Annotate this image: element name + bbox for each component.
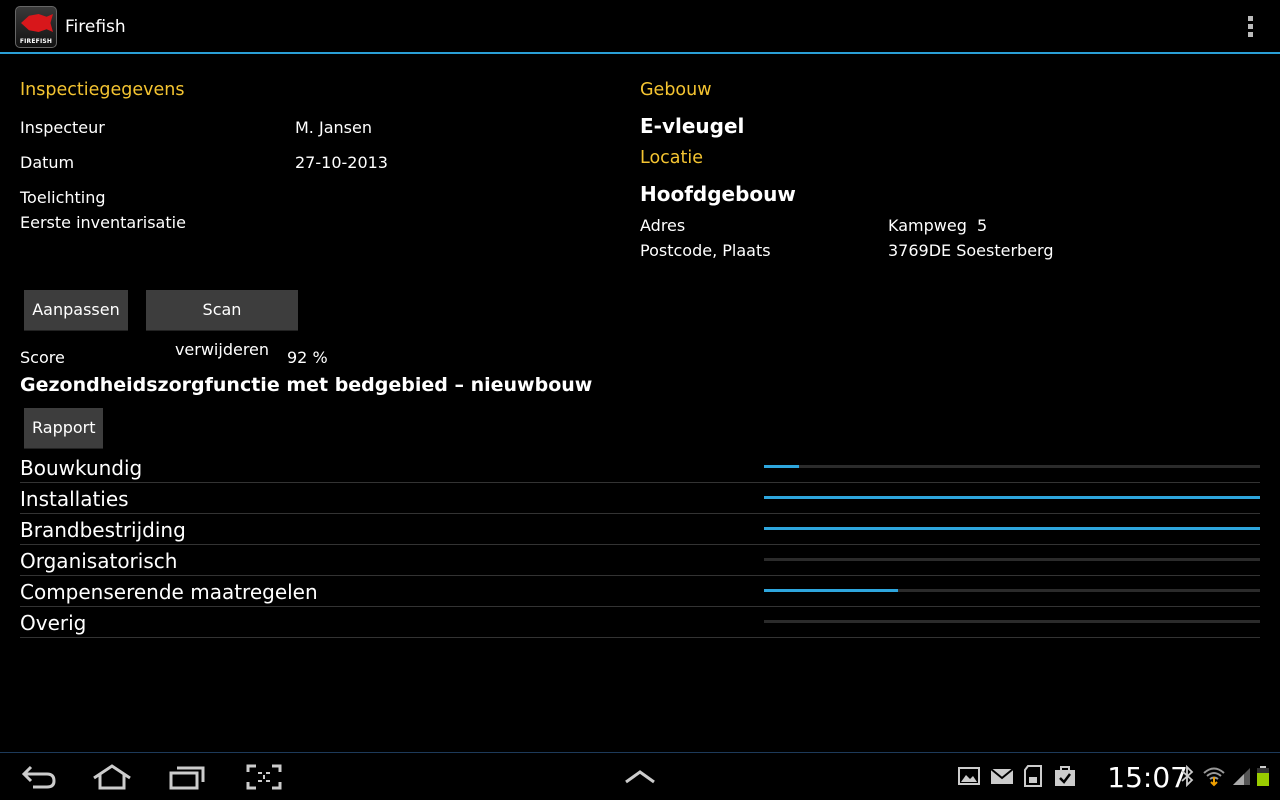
category-name: Overig [20, 611, 87, 635]
category-row[interactable]: Brandbestrijding [20, 514, 1260, 545]
chevron-up-icon[interactable] [615, 761, 665, 793]
category-list: Bouwkundig Installaties Brandbestrijding… [20, 452, 1260, 638]
sd-card-icon [1024, 765, 1042, 789]
overflow-menu-icon[interactable] [1246, 16, 1254, 40]
postcode-label: Postcode, Plaats [640, 241, 771, 260]
edit-button[interactable]: Aanpassen [24, 290, 128, 330]
gallery-icon [958, 765, 980, 789]
category-progress-bar [764, 558, 1260, 561]
recent-apps-icon[interactable] [162, 761, 212, 793]
bluetooth-icon [1180, 764, 1194, 789]
location-name: Hoofdgebouw [640, 182, 796, 206]
category-progress-bar [764, 620, 1260, 623]
report-button[interactable]: Rapport [24, 408, 103, 448]
category-row[interactable]: Organisatorisch [20, 545, 1260, 576]
firefish-app-icon[interactable]: FIREFISH [15, 6, 57, 48]
note-label: Toelichting [20, 188, 106, 207]
app-icon-label: FIREFISH [19, 38, 53, 45]
date-value: 27-10-2013 [295, 153, 388, 172]
category-name: Bouwkundig [20, 456, 143, 480]
date-label: Datum [20, 153, 75, 172]
signal-icon [1232, 765, 1252, 789]
score-value: 92 % [287, 348, 328, 367]
system-navigation-bar: 15:07 [0, 752, 1280, 800]
category-name: Compenserende maatregelen [20, 580, 318, 604]
category-progress-bar [764, 465, 1260, 468]
category-progress-bar [764, 527, 1260, 530]
category-name: Installaties [20, 487, 129, 511]
home-icon[interactable] [87, 761, 137, 793]
category-progress-bar [764, 589, 1260, 592]
delete-scan-button[interactable]: Scan verwijderen [146, 290, 298, 359]
screenshot-icon[interactable] [239, 761, 289, 793]
location-section-title: Locatie [640, 148, 703, 168]
address-label: Adres [640, 216, 686, 235]
note-value: Eerste inventarisatie [20, 213, 186, 232]
building-section-title: Gebouw [640, 80, 712, 100]
category-row[interactable]: Bouwkundig [20, 452, 1260, 483]
wifi-icon [1202, 765, 1226, 789]
inspector-value: M. Jansen [295, 118, 372, 137]
status-clock: 15:07 [1107, 761, 1188, 794]
fish-logo-icon [21, 14, 53, 32]
category-name: Organisatorisch [20, 549, 178, 573]
category-row[interactable]: Installaties [20, 483, 1260, 514]
building-name: E-vleugel [640, 114, 745, 138]
inspector-label: Inspecteur [20, 118, 105, 137]
action-bar: FIREFISH Firefish [0, 0, 1280, 54]
category-progress-bar [764, 496, 1260, 499]
score-label: Score [20, 348, 65, 367]
building-function: Gezondheidszorgfunctie met bedgebied – n… [20, 374, 593, 396]
postcode-value: 3769DE Soesterberg [888, 241, 1054, 260]
category-row[interactable]: Overig [20, 607, 1260, 638]
inspection-section-title: Inspectiegegevens [20, 80, 185, 100]
back-icon[interactable] [14, 761, 64, 793]
battery-icon [1256, 765, 1270, 789]
mail-icon [990, 765, 1014, 789]
app-title: Firefish [65, 17, 126, 37]
address-value: Kampweg 5 [888, 216, 988, 235]
store-check-icon [1054, 765, 1076, 789]
category-row[interactable]: Compenserende maatregelen [20, 576, 1260, 607]
category-name: Brandbestrijding [20, 518, 186, 542]
